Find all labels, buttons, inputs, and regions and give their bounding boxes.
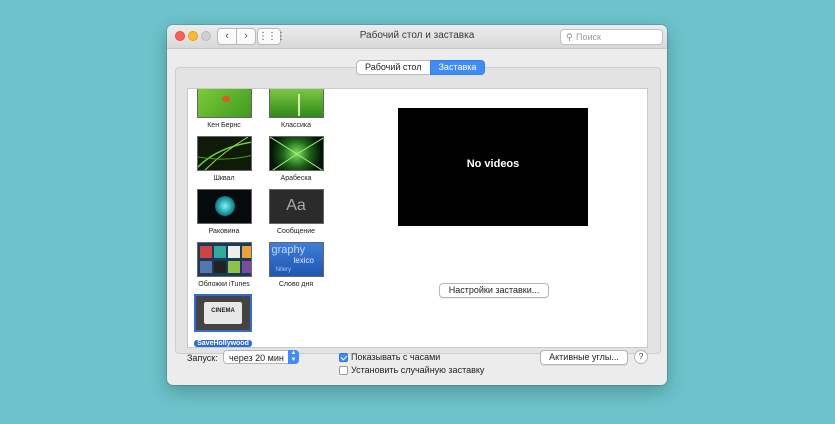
ladybug-thumbnail bbox=[196, 89, 252, 118]
screensaver-item[interactable]: Кен Бернс bbox=[194, 89, 254, 133]
start-after-label: Запуск: bbox=[187, 353, 218, 363]
grass-thumbnail bbox=[268, 89, 324, 118]
screensaver-item[interactable]: Шквал bbox=[194, 136, 254, 186]
lines-thumbnail bbox=[196, 136, 252, 171]
screensaver-item-selected[interactable]: CINEMA SaveHollywood bbox=[193, 294, 253, 347]
search-field[interactable]: ⚲ bbox=[560, 29, 663, 45]
checkbox-unchecked-icon bbox=[339, 366, 348, 375]
message-thumbnail: Aa bbox=[268, 189, 324, 224]
shell-thumbnail bbox=[196, 189, 252, 224]
show-with-clock-checkbox[interactable]: Показывать с часами bbox=[339, 352, 440, 364]
hot-corners-button[interactable]: Активные углы... bbox=[540, 350, 628, 365]
screensaver-item[interactable]: graphy lexico hillery Слово дня bbox=[266, 242, 326, 292]
screensaver-options-button[interactable]: Настройки заставки... bbox=[439, 283, 549, 298]
screensaver-item[interactable]: Обложки iTunes bbox=[194, 242, 254, 292]
preview-area: No videos Настройки заставки... bbox=[339, 88, 648, 348]
tab-screensaver[interactable]: Заставка bbox=[429, 60, 486, 75]
search-icon: ⚲ bbox=[566, 32, 573, 42]
search-input[interactable] bbox=[576, 30, 658, 44]
preferences-window: ‹ › ⋮⋮⋮ Рабочий стол и заставка ⚲ Рабочи… bbox=[167, 25, 667, 385]
screensaver-list: Кен Бернс Классика Шквал Арабеска Ракови… bbox=[187, 88, 341, 348]
screensaver-item[interactable]: Раковина bbox=[194, 189, 254, 239]
screensaver-preview: No videos bbox=[398, 108, 588, 226]
cinema-ticket-thumbnail: CINEMA bbox=[194, 294, 252, 332]
checkbox-checked-icon bbox=[339, 353, 348, 362]
title-bar: ‹ › ⋮⋮⋮ Рабочий стол и заставка ⚲ bbox=[167, 25, 667, 49]
screensaver-item[interactable]: Классика bbox=[266, 89, 326, 133]
word-of-day-thumbnail: graphy lexico hillery bbox=[268, 242, 324, 277]
tab-bar: Рабочий стол Заставка bbox=[356, 60, 486, 75]
select-arrows-icon: ▲ ▼ bbox=[288, 350, 299, 364]
random-screensaver-checkbox[interactable]: Установить случайную заставку bbox=[339, 365, 484, 377]
screensaver-item[interactable]: Aa Сообщение bbox=[266, 189, 326, 239]
rays-thumbnail bbox=[268, 136, 324, 171]
album-grid-thumbnail bbox=[196, 242, 252, 277]
screensaver-item[interactable]: Арабеска bbox=[266, 136, 326, 186]
start-after-select[interactable]: через 20 мин ▲ ▼ bbox=[223, 350, 299, 364]
help-button[interactable]: ? bbox=[634, 350, 648, 364]
tab-desktop[interactable]: Рабочий стол bbox=[356, 60, 430, 75]
preview-message: No videos bbox=[466, 158, 520, 170]
